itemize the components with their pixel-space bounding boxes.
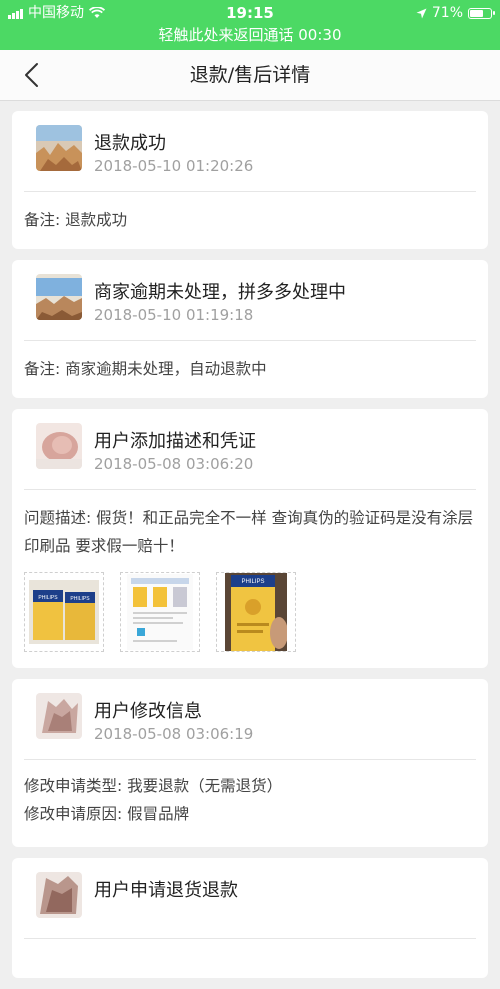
page-title: 退款/售后详情 bbox=[189, 64, 311, 86]
timeline-card: 用户申请退货退款 bbox=[12, 858, 488, 978]
avatar bbox=[36, 872, 82, 918]
entry-title: 用户添加描述和凭证 bbox=[94, 431, 256, 452]
entry-title: 用户申请退货退款 bbox=[94, 880, 238, 901]
battery-icon bbox=[468, 7, 495, 19]
nav-bar: 退款/售后详情 bbox=[0, 50, 500, 101]
entry-title: 用户修改信息 bbox=[94, 701, 202, 722]
entry-timestamp: 2018-05-10 01:19:18 bbox=[94, 306, 254, 324]
entry-description: 问题描述: 假货！和正品完全不一样 查询真伪的验证码是没有涂层 印刷品 要求假一… bbox=[24, 509, 474, 555]
entry-timestamp: 2018-05-08 03:06:20 bbox=[94, 455, 254, 473]
entry-line: 修改申请原因: 假冒品牌 bbox=[24, 805, 190, 823]
return-to-call-banner[interactable]: 轻触此处来返回通话 00:30 bbox=[0, 24, 500, 46]
avatar bbox=[36, 274, 82, 320]
timeline-card: 用户修改信息 2018-05-08 03:06:19 修改申请类型: 我要退款（… bbox=[12, 679, 488, 847]
avatar bbox=[36, 693, 82, 739]
timeline-card: 退款成功 2018-05-10 01:20:26 备注: 退款成功 bbox=[12, 111, 488, 249]
location-icon bbox=[416, 8, 427, 18]
timeline-card: 商家逾期未处理，拼多多处理中 2018-05-10 01:19:18 备注: 商… bbox=[12, 260, 488, 398]
image-text: PHILIPS bbox=[241, 579, 264, 585]
entry-note: 备注: 退款成功 bbox=[24, 211, 128, 229]
avatar bbox=[36, 423, 82, 469]
image-text: PHILIPS bbox=[38, 595, 58, 601]
timeline-card: 用户添加描述和凭证 2018-05-08 03:06:20 问题描述: 假货！和… bbox=[12, 409, 488, 668]
entry-title: 退款成功 bbox=[94, 133, 166, 154]
entry-note: 备注: 商家逾期未处理，自动退款中 bbox=[24, 360, 267, 378]
evidence-image[interactable]: PHILIPS PHILIPS bbox=[24, 572, 104, 652]
evidence-image[interactable] bbox=[120, 572, 200, 652]
battery-percent: 71% bbox=[431, 5, 463, 21]
timeline-list: 退款成功 2018-05-10 01:20:26 备注: 退款成功 商家逾期未处… bbox=[12, 111, 488, 989]
evidence-images: PHILIPS PHILIPS PHILIPS bbox=[24, 560, 476, 652]
status-bar: 中国移动 19:15 71% 轻触此处来返回通话 00:30 bbox=[0, 0, 500, 50]
entry-line: 修改申请类型: 我要退款（无需退货） bbox=[24, 777, 283, 795]
entry-timestamp: 2018-05-10 01:20:26 bbox=[94, 157, 254, 175]
image-text: PHILIPS bbox=[70, 596, 90, 602]
evidence-image[interactable]: PHILIPS bbox=[216, 572, 296, 652]
entry-title: 商家逾期未处理，拼多多处理中 bbox=[94, 282, 346, 303]
avatar bbox=[36, 125, 82, 171]
entry-timestamp: 2018-05-08 03:06:19 bbox=[94, 725, 254, 743]
battery-fill bbox=[470, 9, 483, 17]
status-right: 71% bbox=[416, 3, 495, 23]
